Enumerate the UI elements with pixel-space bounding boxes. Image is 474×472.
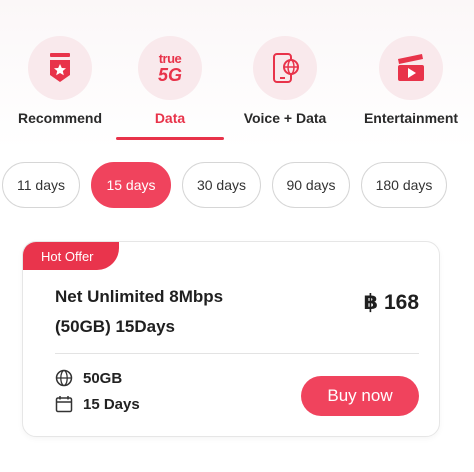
package-name-line1: Net Unlimited 8Mbps bbox=[55, 287, 224, 306]
logo-line2: 5G bbox=[157, 65, 182, 85]
true-5g-logo: true 5G bbox=[158, 52, 182, 84]
category-data[interactable]: true 5G Data bbox=[110, 36, 230, 140]
shield-star-icon bbox=[50, 53, 70, 82]
card-divider bbox=[55, 353, 419, 354]
entertainment-icon-circle bbox=[379, 36, 443, 100]
category-label: Voice + Data bbox=[243, 110, 327, 126]
feature-data-label: 50GB bbox=[83, 369, 123, 387]
category-label: Data bbox=[154, 110, 186, 126]
duration-pill-11[interactable]: 11 days bbox=[2, 162, 80, 208]
category-entertainment[interactable]: Entertainment bbox=[351, 36, 471, 140]
active-tab-underline bbox=[116, 137, 224, 140]
duration-pill-30[interactable]: 30 days bbox=[182, 162, 261, 208]
category-bar: Recommend true 5G Data Voice + Data Ente… bbox=[0, 0, 474, 150]
clapperboard-icon bbox=[398, 54, 424, 81]
globe-icon bbox=[55, 369, 73, 387]
category-recommend[interactable]: Recommend bbox=[0, 36, 120, 140]
category-label: Entertainment bbox=[363, 110, 459, 126]
offer-card[interactable]: Hot Offer Net Unlimited 8Mbps (50GB) 15D… bbox=[22, 241, 440, 437]
package-price: ฿ 168 bbox=[363, 291, 419, 314]
feature-data: 50GB bbox=[55, 369, 122, 387]
duration-pill-15[interactable]: 15 days bbox=[91, 162, 171, 208]
data-icon-circle: true 5G bbox=[138, 36, 202, 100]
duration-pill-90[interactable]: 90 days bbox=[272, 162, 350, 208]
package-name-line2: (50GB) 15Days bbox=[55, 317, 176, 336]
feature-days: 15 Days bbox=[55, 395, 140, 413]
package-name: Net Unlimited 8Mbps (50GB) 15Days bbox=[55, 282, 295, 342]
calendar-icon bbox=[55, 396, 73, 413]
logo-line1: true bbox=[158, 51, 182, 66]
hot-offer-badge: Hot Offer bbox=[23, 242, 119, 270]
category-voice-data[interactable]: Voice + Data bbox=[225, 36, 345, 140]
buy-now-button[interactable]: Buy now bbox=[301, 376, 419, 416]
duration-pill-180[interactable]: 180 days bbox=[361, 162, 447, 208]
duration-selector: 11 days 15 days 30 days 90 days 180 days bbox=[0, 162, 474, 210]
category-label: Recommend bbox=[17, 110, 103, 126]
phone-globe-icon bbox=[273, 53, 299, 83]
recommend-icon-circle bbox=[28, 36, 92, 100]
feature-days-label: 15 Days bbox=[83, 395, 140, 413]
voice-data-icon-circle bbox=[253, 36, 317, 100]
